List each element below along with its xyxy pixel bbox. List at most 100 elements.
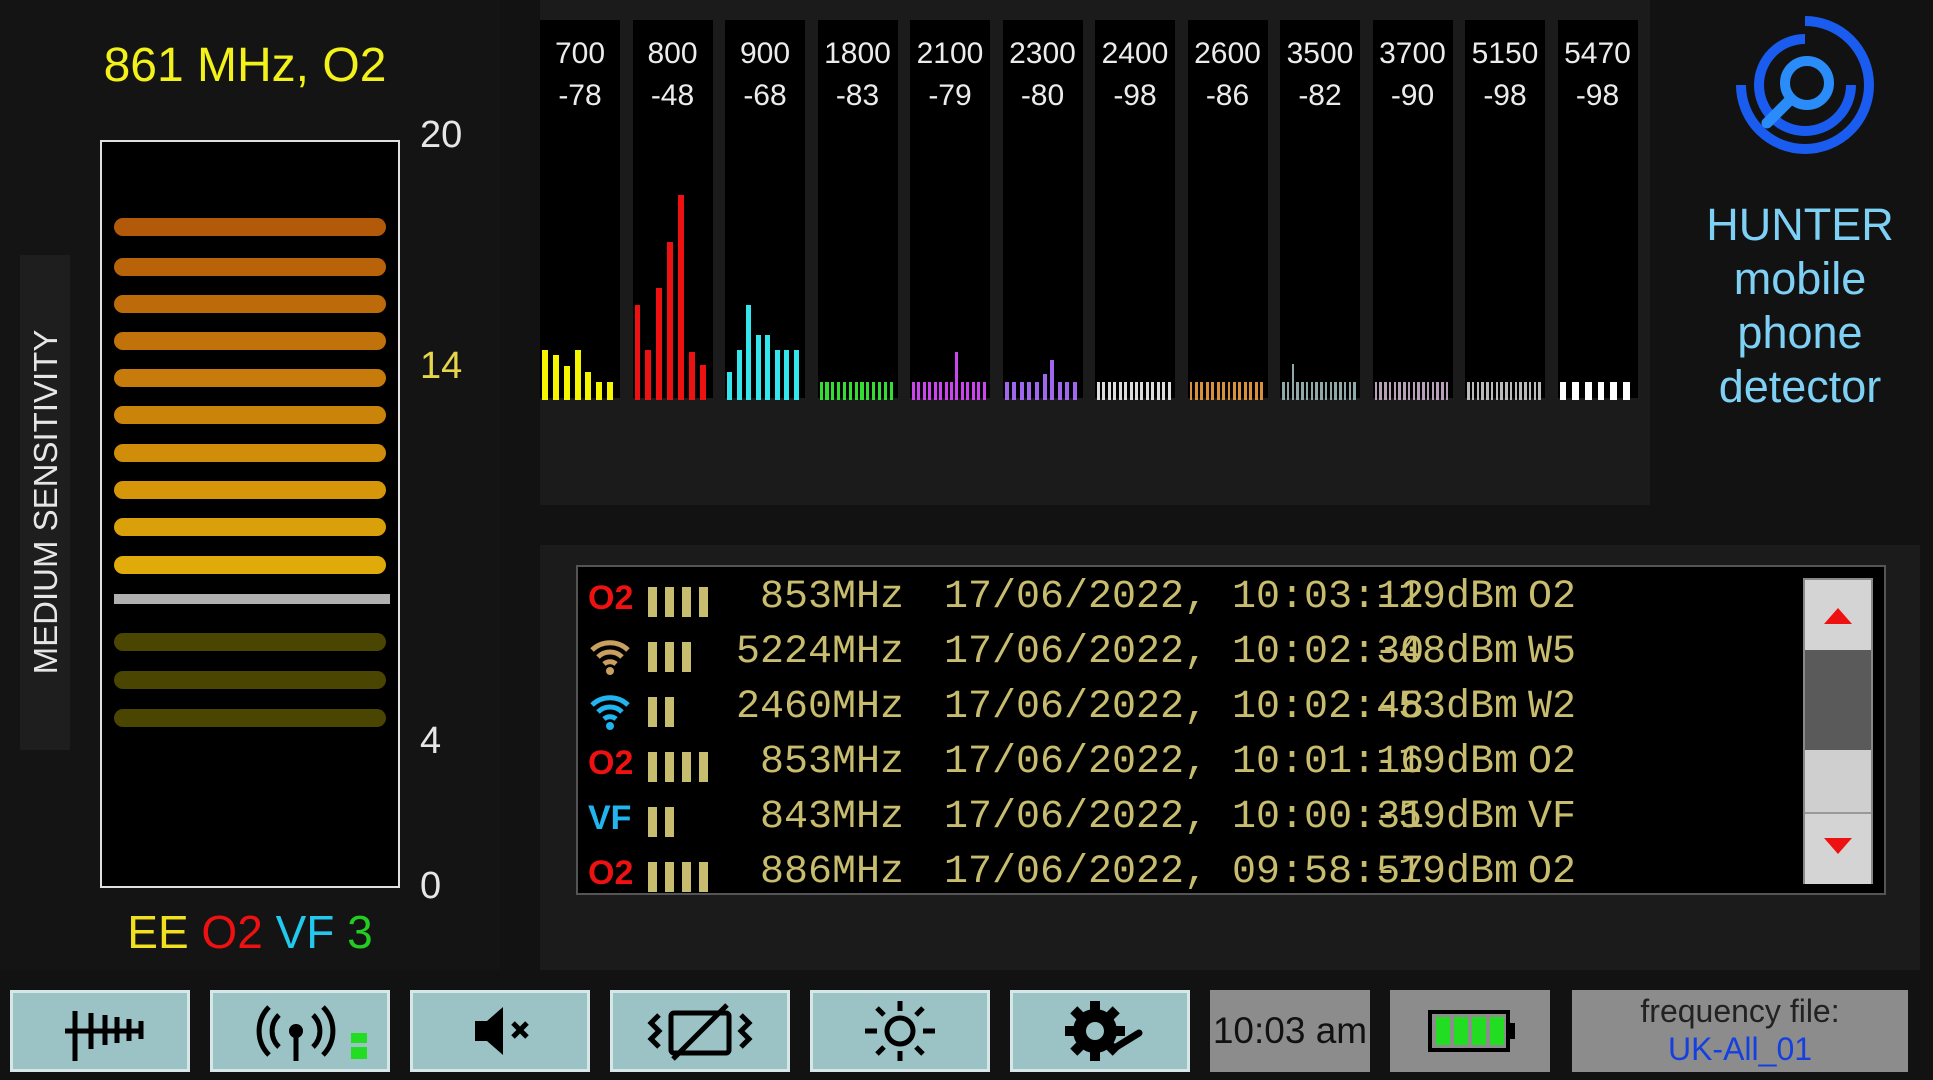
brand-line-1: HUNTER [1706,199,1894,250]
log-band-code: O2 [1528,850,1577,895]
band-3500: 3500 -82 [1280,20,1360,400]
log-row[interactable]: 5224MHz 17/06/2022, 10:02:30 -48dBm W5 [588,630,1788,685]
spectrum-bar [1610,382,1618,400]
spectrum-bar [1329,382,1333,400]
settings-button[interactable] [1010,990,1190,1072]
band-2400: 2400 -98 [1095,20,1175,400]
spectrum-bar [746,305,752,400]
log-band-code: O2 [1528,575,1577,620]
sensitivity-label: MEDIUM SENSITIVITY [27,329,64,675]
operator-label: O2 [588,854,634,892]
wifi-icon [590,695,630,730]
search-signal-icon [1736,16,1874,154]
spectrum-bar [1538,382,1541,400]
spectrum-bar [596,382,603,400]
brand-line-3: phone [1737,307,1863,358]
meter-bar [114,332,386,350]
meter-bar [114,258,386,276]
spectrum-bar [1050,360,1055,400]
spectrum-bar [922,382,926,400]
spectrum-bar [1211,382,1215,400]
brand-line-2: mobile [1733,253,1867,304]
antenna-button[interactable] [10,990,190,1072]
spectrum-bar [1301,382,1304,400]
spectrum-bar [1291,364,1295,400]
meter-threshold-line [114,594,390,604]
spectrum-bar [1505,382,1508,400]
speaker-mute-icon [475,1007,529,1055]
spectrum-bar [585,372,592,400]
spectrum-bar [1495,382,1499,400]
operator-ee: EE [127,906,189,958]
vibrate-off-button[interactable] [610,990,790,1072]
spectrum-bar [1129,382,1133,400]
signal-bars-icon [648,695,682,740]
spectrum-bar [667,242,674,400]
brightness-button[interactable] [810,990,990,1072]
spectrum-bar [950,382,953,400]
log-power: -48dBm [1374,630,1519,675]
mute-button[interactable] [410,990,590,1072]
meter-bar [114,218,386,236]
scroll-up-button[interactable] [1805,580,1871,652]
log-row[interactable]: O2 853MHz 17/06/2022, 10:01:16 -19dBm O2 [588,740,1788,795]
spectrum-bar [1057,382,1062,400]
signal-bars-icon [648,585,716,630]
spectrum-bar [634,305,641,400]
spectrum-bar [1042,374,1047,400]
log-row[interactable]: O2 853MHz 17/06/2022, 10:03:12 -19dBm O2 [588,575,1788,630]
log-timestamp: 17/06/2022, 10:01:16 [944,740,1425,785]
spectrum-bar [1584,382,1592,400]
spectrum-bar [1145,382,1149,400]
spectrum-bar [1004,382,1009,400]
spectrum-bar [1034,382,1040,400]
log-band-code: W5 [1528,630,1577,675]
log-scrollbar[interactable] [1803,578,1873,884]
log-frequency: 843MHz [759,795,904,840]
spectrum-bar [1572,382,1580,400]
log-row[interactable]: VF 843MHz 17/06/2022, 10:00:31 -59dBm VF [588,795,1788,850]
operator-label: O2 [588,744,634,782]
scroll-thumb[interactable] [1805,650,1871,750]
spectrum-bar [574,350,581,400]
spectrum-bar [960,382,964,400]
spectrum-bar [552,355,559,400]
operator-3: 3 [347,906,373,958]
scroll-down-button[interactable] [1805,812,1871,884]
frequency-file-selector[interactable]: frequency file: UK-All_01 [1572,990,1908,1072]
spectrum-bar [755,335,761,400]
spectrum-bar [1019,382,1024,400]
sun-icon [865,1001,935,1061]
spectrum-bar [736,350,742,400]
signal-button[interactable] [210,990,390,1072]
spectrum-bar [1514,382,1518,400]
spectrum-bar [1384,382,1387,400]
spectrum-bar [1597,382,1605,400]
spectrum-bar [1167,382,1171,400]
spectrum-bar [1243,382,1247,400]
operator-label: O2 [588,579,634,617]
spectrum-bar [1334,382,1337,400]
spectrum-bar [889,382,893,400]
spectrum-bar [1254,382,1258,400]
spectrum-bar [1296,382,1299,400]
spectrum-bar [1445,382,1449,400]
log-band-code: W2 [1528,685,1577,730]
detection-log-list[interactable]: O2 853MHz 17/06/2022, 10:03:12 -19dBm O2 5224… [576,565,1886,895]
spectrum-bar [1348,382,1352,400]
spectrum-bar [917,382,921,400]
spectrum-bar [1324,382,1328,400]
signal-bars-icon [648,640,699,685]
log-row[interactable]: 2460MHz 17/06/2022, 10:02:48 -53dBm W2 [588,685,1788,740]
spectrum-bar [1524,382,1527,400]
spectrum-bar [1343,382,1347,400]
spectrum-bar [1232,382,1236,400]
spectrum-bar [1260,382,1264,400]
log-row[interactable]: O2 886MHz 17/06/2022, 09:58:57 -19dBm O2 [588,850,1788,895]
spectrum-bar [819,382,823,400]
brand-title: HUNTER mobile phone detector [1680,198,1920,414]
scale-label-min: 0 [420,865,442,907]
spectrum-bar [1533,382,1537,400]
log-frequency: 2460MHz [735,685,904,730]
spectrum-bar [1374,382,1378,400]
